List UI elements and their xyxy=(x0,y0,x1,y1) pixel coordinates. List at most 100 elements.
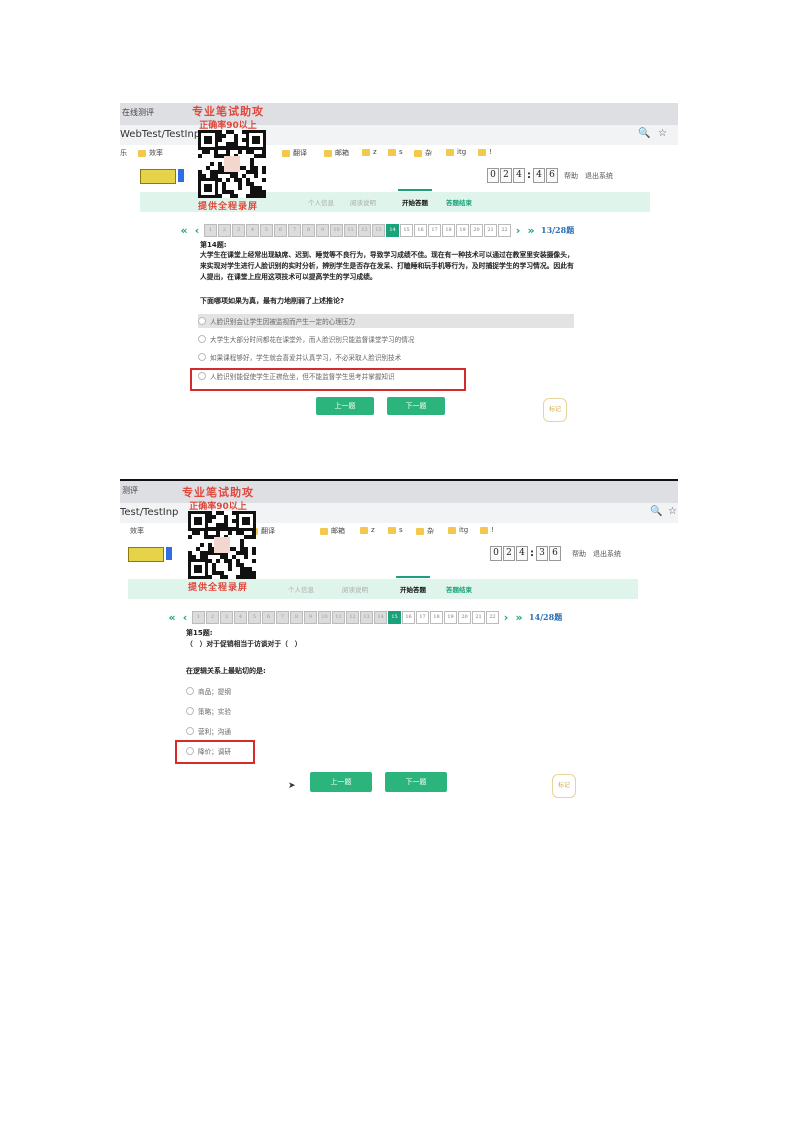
zoom-icon[interactable]: 🔍 xyxy=(638,128,650,139)
folder-icon xyxy=(324,149,332,157)
bookmark-item[interactable]: 邮箱 xyxy=(320,526,345,536)
help-link[interactable]: 帮助 xyxy=(564,171,578,181)
page-button[interactable]: 20 xyxy=(458,611,471,624)
bookmark-item[interactable]: itg xyxy=(446,148,466,156)
page-button[interactable]: 4 xyxy=(246,224,259,237)
next-page-icon[interactable]: › xyxy=(512,224,524,237)
bookmark-item[interactable]: 杂 xyxy=(414,148,432,158)
last-page-icon[interactable]: » xyxy=(525,224,537,237)
page-button[interactable]: 10 xyxy=(318,611,331,624)
page-button[interactable]: 6 xyxy=(274,224,287,237)
zoom-icon[interactable]: 🔍 xyxy=(650,506,662,517)
logout-link[interactable]: 退出系统 xyxy=(585,171,613,181)
page-button[interactable]: 2 xyxy=(206,611,219,624)
mark-button[interactable]: 标记 xyxy=(543,398,567,422)
prev-question-button[interactable]: 上一题 xyxy=(316,397,374,415)
prev-page-icon[interactable]: ‹ xyxy=(191,224,203,237)
page-button[interactable]: 13 xyxy=(360,611,373,624)
browser-tab-title[interactable]: 在线测评 xyxy=(120,107,154,118)
bookmark-item[interactable]: s xyxy=(388,148,403,156)
help-link[interactable]: 帮助 xyxy=(572,549,586,559)
bookmark-item[interactable]: s xyxy=(388,526,403,534)
page-button[interactable]: 16 xyxy=(414,224,427,237)
page-button[interactable]: 10 xyxy=(330,224,343,237)
page-button[interactable]: 8 xyxy=(302,224,315,237)
bookmark-item[interactable]: 效率 xyxy=(138,148,163,158)
page-button[interactable]: 8 xyxy=(290,611,303,624)
page-button[interactable]: 19 xyxy=(444,611,457,624)
radio-icon[interactable] xyxy=(186,687,194,695)
star-icon[interactable]: ☆ xyxy=(658,128,667,139)
first-page-icon[interactable]: « xyxy=(166,611,178,624)
bookmark-item[interactable]: 效率 xyxy=(130,526,144,536)
answer-option[interactable]: 商品；提纲 xyxy=(186,684,231,698)
page-button[interactable]: 19 xyxy=(456,224,469,237)
next-question-button[interactable]: 下一题 xyxy=(385,772,447,792)
page-button[interactable]: 9 xyxy=(316,224,329,237)
page-button[interactable]: 1 xyxy=(204,224,217,237)
bookmark-item[interactable]: ! xyxy=(478,148,492,156)
bookmark-item[interactable]: z xyxy=(360,526,375,534)
answer-option[interactable]: 人脸识别会让学生因被监视而产生一定的心理压力 xyxy=(198,314,574,328)
page-button[interactable]: 12 xyxy=(346,611,359,624)
page-button[interactable]: 1 xyxy=(192,611,205,624)
page-button[interactable]: 7 xyxy=(276,611,289,624)
star-icon[interactable]: ☆ xyxy=(668,506,677,517)
next-page-icon[interactable]: › xyxy=(500,611,512,624)
page-button[interactable]: 14 xyxy=(374,611,387,624)
page-button[interactable]: 7 xyxy=(288,224,301,237)
page-button[interactable]: 20 xyxy=(470,224,483,237)
page-button[interactable]: 16 xyxy=(402,611,415,624)
answer-option[interactable]: 营利；沟通 xyxy=(186,724,231,738)
logout-link[interactable]: 退出系统 xyxy=(593,549,621,559)
next-question-button[interactable]: 下一题 xyxy=(387,397,445,415)
page-button[interactable]: 12 xyxy=(358,224,371,237)
page-button[interactable]: 22 xyxy=(498,224,511,237)
page-button-current[interactable]: 15 xyxy=(388,611,401,624)
url-text[interactable]: Test/TestInp xyxy=(120,507,178,518)
page-button[interactable]: 15 xyxy=(400,224,413,237)
answer-highlight-box xyxy=(175,740,255,764)
page-button[interactable]: 5 xyxy=(248,611,261,624)
page-button[interactable]: 17 xyxy=(416,611,429,624)
bookmark-item[interactable]: 翻译 xyxy=(282,148,307,158)
page-button[interactable]: 3 xyxy=(220,611,233,624)
bookmark-item[interactable]: 乐 xyxy=(120,148,127,158)
answer-option[interactable]: 策略；实验 xyxy=(186,704,231,718)
answer-option[interactable]: 大学生大部分时间都花在课堂外，而人脸识别只能监督课堂学习的情况 xyxy=(198,332,414,346)
page-button[interactable]: 4 xyxy=(234,611,247,624)
page-button-current[interactable]: 14 xyxy=(386,224,399,237)
bookmark-item[interactable]: 杂 xyxy=(416,526,434,536)
page-button[interactable]: 17 xyxy=(428,224,441,237)
radio-icon[interactable] xyxy=(186,707,194,715)
browser-tab-title[interactable]: 测评 xyxy=(120,485,138,496)
radio-icon[interactable] xyxy=(198,317,206,325)
page-button[interactable]: 18 xyxy=(430,611,443,624)
radio-icon[interactable] xyxy=(198,335,206,343)
bookmark-item[interactable]: 邮箱 xyxy=(324,148,349,158)
page-button[interactable]: 6 xyxy=(262,611,275,624)
last-page-icon[interactable]: » xyxy=(513,611,525,624)
page-button[interactable]: 9 xyxy=(304,611,317,624)
bookmark-item[interactable]: ! xyxy=(480,526,494,534)
page-button[interactable]: 11 xyxy=(344,224,357,237)
mark-button[interactable]: 标记 xyxy=(552,774,576,798)
page-button[interactable]: 2 xyxy=(218,224,231,237)
bookmark-item[interactable]: itg xyxy=(448,526,468,534)
first-page-icon[interactable]: « xyxy=(178,224,190,237)
page-button[interactable]: 22 xyxy=(486,611,499,624)
answer-option[interactable]: 如果课程够好，学生就会喜爱并认真学习，不必采取人脸识别技术 xyxy=(198,350,401,364)
page-button[interactable]: 3 xyxy=(232,224,245,237)
page-button[interactable]: 21 xyxy=(484,224,497,237)
prev-page-icon[interactable]: ‹ xyxy=(179,611,191,624)
page-button[interactable]: 18 xyxy=(442,224,455,237)
step-personal-info: 个人信息 xyxy=(288,586,314,594)
radio-icon[interactable] xyxy=(198,353,206,361)
bookmark-item[interactable]: z xyxy=(362,148,377,156)
page-button[interactable]: 21 xyxy=(472,611,485,624)
radio-icon[interactable] xyxy=(186,727,194,735)
page-button[interactable]: 13 xyxy=(372,224,385,237)
page-button[interactable]: 11 xyxy=(332,611,345,624)
page-button[interactable]: 5 xyxy=(260,224,273,237)
prev-question-button[interactable]: 上一题 xyxy=(310,772,372,792)
